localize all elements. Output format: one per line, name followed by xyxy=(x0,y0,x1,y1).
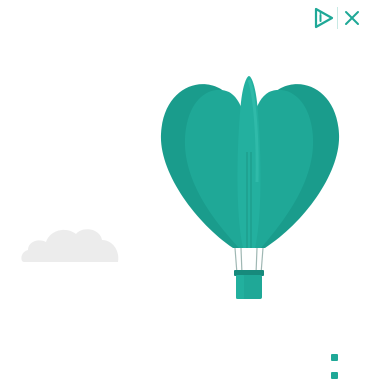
close-button[interactable] xyxy=(341,6,363,30)
cloud-icon xyxy=(21,229,119,262)
ad-choices-button[interactable] xyxy=(312,6,336,30)
ad-choices-icon xyxy=(314,7,334,29)
control-divider xyxy=(337,7,338,29)
decorative-dot xyxy=(331,372,338,379)
decorative-dot xyxy=(331,354,338,361)
ad-canvas[interactable] xyxy=(0,0,371,385)
hot-air-balloon-icon xyxy=(160,76,340,299)
close-icon xyxy=(345,11,359,25)
ad-controls xyxy=(312,6,364,30)
